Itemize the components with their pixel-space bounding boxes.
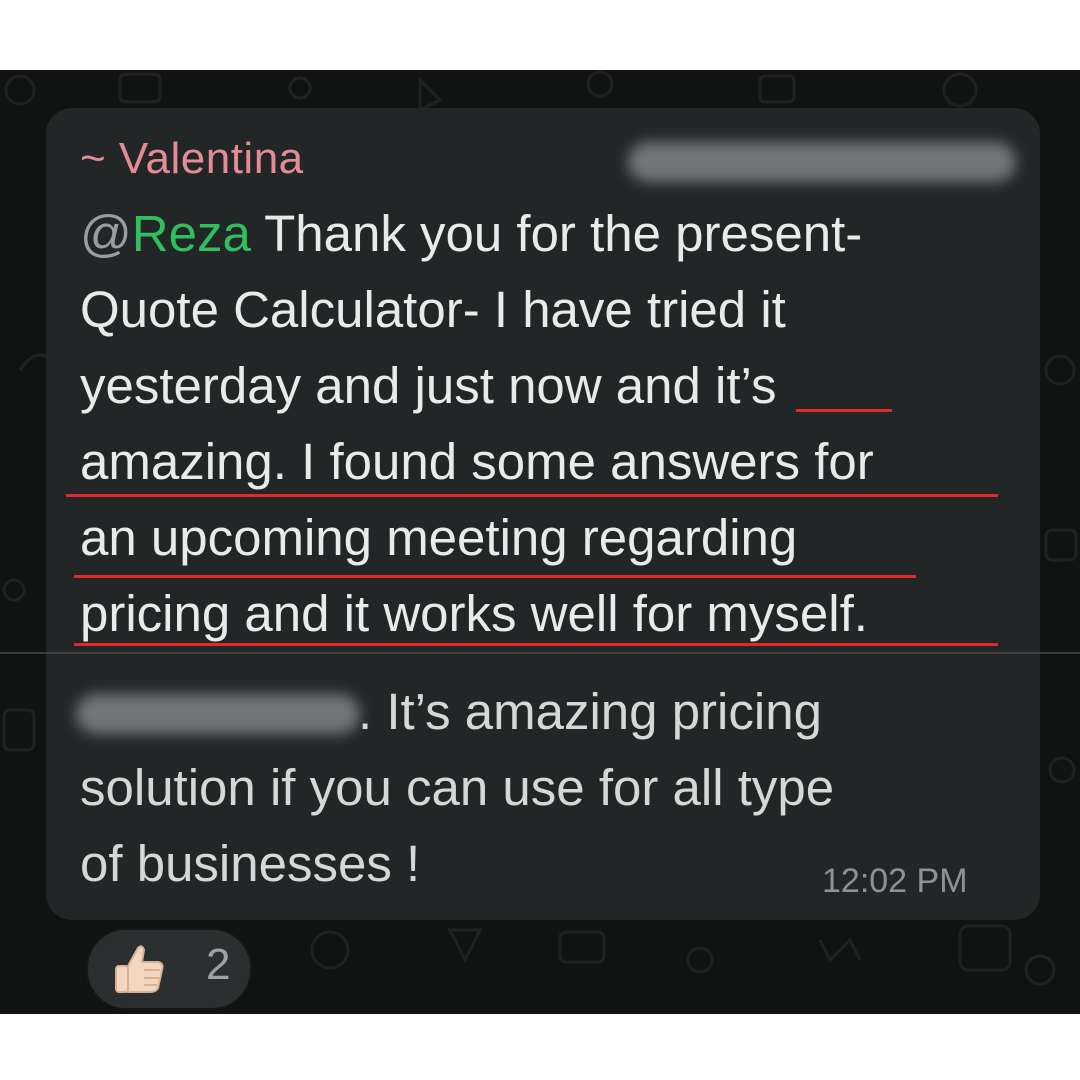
message-text-1: Thank you for the present- — [250, 205, 863, 262]
redacted-phone-number — [628, 142, 1016, 182]
highlight-underline-2 — [66, 494, 998, 497]
message-line-1: @Reza Thank you for the present- — [80, 204, 862, 264]
reaction-count: 2 — [206, 940, 231, 989]
message-text-7: . It’s amazing pricing — [358, 683, 822, 740]
message-line-3: yesterday and just now and it’s — [80, 357, 777, 414]
sender-name[interactable]: ~ Valentina — [80, 134, 304, 184]
mention-reza[interactable]: Reza — [132, 205, 251, 262]
message-line-4: amazing. I found some answers for — [80, 433, 874, 490]
highlight-underline-1 — [796, 409, 892, 412]
message-line-7: . It’s amazing pricing — [358, 682, 822, 742]
message-timestamp: 12:02 PM — [822, 862, 968, 900]
redacted-text — [76, 694, 360, 734]
highlight-underline-4 — [74, 643, 998, 646]
message-line-6: pricing and it works well for myself. — [80, 585, 868, 642]
message-line-5: an upcoming meeting regarding — [80, 509, 798, 566]
reaction-chip[interactable]: 2 — [86, 928, 252, 1010]
message-line-2: Quote Calculator- I have tried it — [80, 281, 786, 338]
highlight-underline-3 — [74, 575, 916, 578]
mention-at-sign: @ — [80, 205, 132, 262]
message-line-9: of businesses ! — [80, 835, 421, 892]
thumbs-up-icon — [115, 945, 164, 993]
message-line-8: solution if you can use for all type — [80, 759, 835, 816]
screenshot-seam — [0, 652, 1080, 654]
